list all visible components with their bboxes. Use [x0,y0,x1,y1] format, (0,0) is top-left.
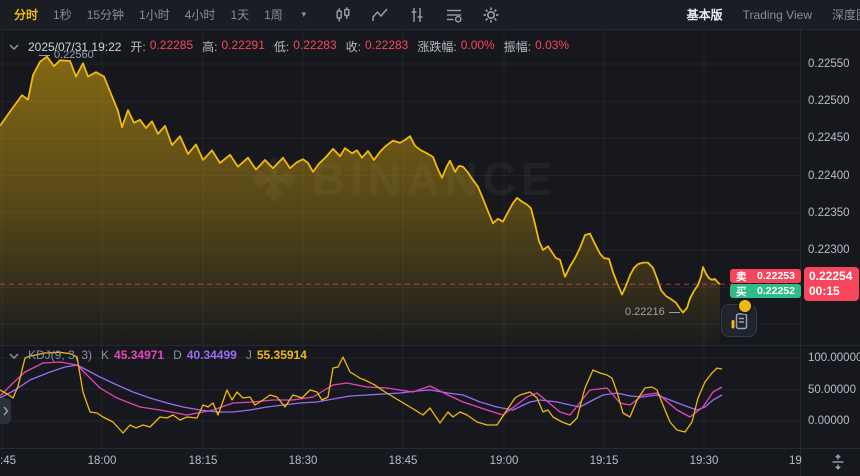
time-axis[interactable]: :45 18:00 18:15 18:30 18:45 19:00 19:15 19:30 19 [0,448,860,476]
view-mode-basic[interactable]: 基本版 [687,6,723,23]
price-axis-label: 0.22300 [808,243,850,257]
price-area-fill [0,57,720,345]
open-field: 开:0.22285 [130,38,193,55]
bid-badge: 买0.22252 [730,284,801,298]
line-style-icon[interactable] [371,6,389,24]
price-axis-label: 0.22500 [808,94,850,108]
low-tick-dash [669,312,680,313]
price-axis-label: 0.22400 [808,169,850,183]
price-axis-label: 0.22550 [808,57,850,71]
time-axis-label: 19:15 [590,455,619,467]
price-axis[interactable]: 0.22254 00:15 0.22550 0.22500 0.22450 0.224… [800,30,860,448]
chevron-right-icon [3,406,9,416]
kdj-d-line [0,365,722,412]
kdj-axis-label: 100.00000 [808,351,860,365]
time-axis-label: 18:45 [389,455,418,467]
interval-dropdown-caret-icon[interactable]: ▼ [300,10,308,19]
order-document-icon [728,310,750,332]
high-tick-dash [39,55,50,56]
collapse-chevron-icon[interactable] [9,44,19,50]
interval-tab-4h[interactable]: 4小时 [185,6,216,23]
price-axis-label: 0.22350 [808,206,850,220]
kdj-indicator-bar: KDJ(9, 3, 3) K45.34971 D40.34499 J55.359… [9,348,307,362]
kdj-name-label: KDJ(9, 3, 3) [28,348,92,362]
time-axis-label: :45 [0,455,16,467]
time-axis-label: 19:00 [490,455,519,467]
time-axis-label: 18:00 [88,455,117,467]
notification-dot [739,300,751,312]
time-axis-label: 18:15 [189,455,218,467]
chart-toolbar: 分时 1秒 15分钟 1小时 4小时 1天 1周 ▼ [0,0,860,30]
main-chart-canvas[interactable] [0,0,860,476]
chart-tool-icons [334,6,500,24]
price-axis-label: 0.22450 [808,131,850,145]
view-mode-depth[interactable]: 深度图 [832,6,860,23]
last-price-badge: 0.22254 00:15 [804,267,859,301]
ask-badge: 卖0.22253 [730,269,801,283]
session-high-marker: 0.22560 [39,49,94,61]
high-field: 高:0.22291 [202,38,265,55]
interval-tab-15m[interactable]: 15分钟 [87,6,124,23]
low-field: 低:0.22283 [274,38,337,55]
candlestick-style-icon[interactable] [334,6,352,24]
view-mode-tabs: 基本版 Trading View 深度图 [687,6,860,23]
interval-tab-1w[interactable]: 1周 [264,6,283,23]
change-field: 涨跌幅:0.00% [417,38,494,55]
kdj-k-value: K45.34971 [101,348,164,362]
kdj-axis-label: 50.00000 [808,383,856,397]
indicator-settings-icon[interactable] [445,6,463,24]
interval-tab-1s[interactable]: 1秒 [53,6,72,23]
kdj-axis-label: 0.00000 [808,414,850,428]
interval-tab-1h[interactable]: 1小时 [139,6,170,23]
auto-scale-icon[interactable] [829,453,847,471]
time-axis-label: 19:30 [690,455,719,467]
session-low-marker: 0.22216 [625,306,680,318]
time-axis-label: 18:30 [289,455,318,467]
interval-tab-1d[interactable]: 1天 [230,6,249,23]
time-axis-label: 19 [789,455,802,467]
chart-settings-gear-icon[interactable] [482,6,500,24]
kdj-j-value: J55.35914 [246,348,307,362]
close-field: 收:0.22283 [346,38,409,55]
interval-tab-timeline[interactable]: 分时 [14,6,38,23]
view-mode-tradingview[interactable]: Trading View [743,8,812,22]
left-panel-toggle[interactable] [0,398,11,424]
pane-divider[interactable] [0,345,860,346]
kdj-collapse-chevron-icon[interactable] [9,348,19,362]
bid-ask-badges: 卖0.22253 买0.22252 [730,269,801,298]
amplitude-field: 振幅:0.03% [504,38,569,55]
binance-trading-chart: 分时 1秒 15分钟 1小时 4小时 1天 1周 ▼ [0,0,860,476]
kdj-d-value: D40.34499 [173,348,237,362]
indicators-icon[interactable] [408,6,426,24]
interval-tabs: 分时 1秒 15分钟 1小时 4小时 1天 1周 ▼ [14,6,308,23]
